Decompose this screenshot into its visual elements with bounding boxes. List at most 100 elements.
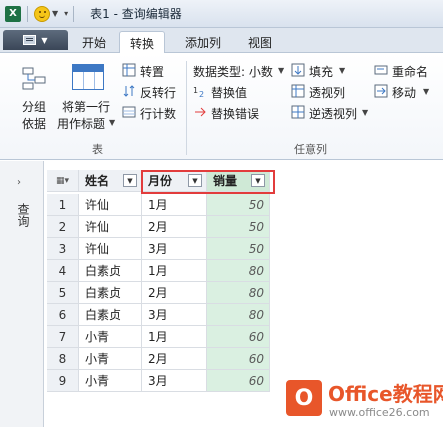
sales-cell[interactable]: 50 [207, 238, 270, 260]
fill-icon [291, 63, 305, 77]
count-rows-button[interactable]: 行计数 [140, 105, 176, 122]
replace-errors-button[interactable]: 替换错误 [211, 105, 259, 122]
rename-icon [374, 65, 388, 75]
sales-cell[interactable]: 60 [207, 348, 270, 370]
expand-queries-icon[interactable]: › [17, 177, 21, 188]
count-rows-icon [122, 106, 136, 118]
file-menu-button[interactable]: ▼ [3, 30, 68, 50]
reverse-rows-button[interactable]: 反转行 [140, 84, 176, 101]
month-cell[interactable]: 1月 [142, 260, 207, 282]
transpose-icon [122, 63, 136, 77]
month-cell[interactable]: 3月 [142, 370, 207, 392]
group-by-label-2[interactable]: 依据 [22, 115, 46, 132]
chevron-down-icon: ▼ [41, 35, 48, 45]
feedback-smiley-icon[interactable] [34, 5, 50, 22]
table-row[interactable]: 4 白素贞 1月 80 [47, 260, 270, 282]
office-logo-icon: O [286, 380, 322, 416]
sales-cell[interactable]: 50 [207, 194, 270, 216]
month-cell[interactable]: 3月 [142, 304, 207, 326]
name-cell[interactable]: 许仙 [79, 194, 142, 216]
name-cell[interactable]: 许仙 [79, 238, 142, 260]
row-number: 2 [47, 216, 79, 238]
sales-cell[interactable]: 80 [207, 260, 270, 282]
sales-cell[interactable]: 80 [207, 304, 270, 326]
month-cell[interactable]: 2月 [142, 216, 207, 238]
table-row[interactable]: 2 许仙 2月 50 [47, 216, 270, 238]
name-cell[interactable]: 白素贞 [79, 260, 142, 282]
table-row[interactable]: 3 许仙 3月 50 [47, 238, 270, 260]
reverse-rows-icon [123, 85, 135, 97]
tab-view[interactable]: 视图 [240, 31, 280, 53]
row-number: 4 [47, 260, 79, 282]
use-first-row-label-2[interactable]: 用作标题 [57, 115, 105, 132]
name-cell[interactable]: 白素贞 [79, 304, 142, 326]
name-cell[interactable]: 小青 [79, 348, 142, 370]
use-first-row-caret-icon[interactable]: ▼ [109, 118, 115, 127]
group-by-icon [22, 67, 46, 90]
tab-transform[interactable]: 转换 [119, 31, 165, 54]
month-cell[interactable]: 3月 [142, 238, 207, 260]
svg-text:1: 1 [193, 86, 198, 95]
fill-button[interactable]: 填充 [309, 63, 333, 80]
table-row[interactable]: 8 小青 2月 60 [47, 348, 270, 370]
month-cell[interactable]: 1月 [142, 194, 207, 216]
customize-toolbar-icon[interactable]: ▾ [64, 9, 68, 18]
sales-cell[interactable]: 60 [207, 370, 270, 392]
table-row[interactable]: 1 许仙 1月 50 [47, 194, 270, 216]
table-row[interactable]: 5 白素贞 2月 80 [47, 282, 270, 304]
month-cell[interactable]: 2月 [142, 282, 207, 304]
name-cell[interactable]: 小青 [79, 326, 142, 348]
pivot-column-button[interactable]: 透视列 [309, 84, 345, 101]
window-title: 表1 - 查询编辑器 [90, 7, 182, 21]
table-menu-button[interactable]: ▦▾ [47, 170, 79, 192]
tab-add-column[interactable]: 添加列 [176, 31, 230, 53]
file-doc-icon [23, 35, 37, 45]
data-type-caret-icon[interactable]: ▼ [278, 66, 284, 75]
move-caret-icon[interactable]: ▼ [423, 87, 429, 96]
unpivot-columns-button[interactable]: 逆透视列 [309, 105, 357, 122]
use-first-row-label-1[interactable]: 将第一行 [62, 98, 110, 115]
filter-dropdown-icon[interactable]: ▼ [123, 174, 137, 187]
name-cell[interactable]: 小青 [79, 370, 142, 392]
column-header-name[interactable]: 姓名 ▼ [79, 170, 142, 192]
unpivot-columns-icon [291, 105, 305, 119]
feedback-dropdown-icon[interactable]: ▼ [52, 9, 58, 18]
row-number: 9 [47, 370, 79, 392]
row-number: 8 [47, 348, 79, 370]
table-menu-icon: ▦▾ [55, 175, 70, 186]
fill-caret-icon[interactable]: ▼ [339, 66, 345, 75]
quick-access-divider-2 [73, 5, 75, 22]
name-cell[interactable]: 白素贞 [79, 282, 142, 304]
table-row[interactable]: 6 白素贞 3月 80 [47, 304, 270, 326]
move-icon [374, 84, 388, 98]
excel-app-icon[interactable]: X [5, 5, 21, 22]
ribbon-separator [186, 61, 187, 155]
move-button[interactable]: 移动 [392, 84, 416, 101]
sales-cell[interactable]: 60 [207, 326, 270, 348]
table-row[interactable]: 9 小青 3月 60 [47, 370, 270, 392]
row-number: 6 [47, 304, 79, 326]
queries-panel-label[interactable]: 查询 [15, 203, 32, 227]
queries-panel: › 查询 [0, 161, 44, 427]
sales-cell[interactable]: 80 [207, 282, 270, 304]
row-number: 5 [47, 282, 79, 304]
month-cell[interactable]: 2月 [142, 348, 207, 370]
row-number: 1 [47, 194, 79, 216]
table-row[interactable]: 7 小青 1月 60 [47, 326, 270, 348]
header-highlight-box [141, 170, 275, 194]
watermark-title: Office教程网 [328, 382, 443, 406]
data-type-dropdown[interactable]: 数据类型: 小数 [193, 63, 273, 80]
sales-cell[interactable]: 50 [207, 216, 270, 238]
replace-values-button[interactable]: 替换值 [211, 84, 247, 101]
group-by-label-1[interactable]: 分组 [22, 98, 46, 115]
title-bar: X ▼ ▾ 表1 - 查询编辑器 [0, 0, 443, 28]
tab-home[interactable]: 开始 [76, 31, 112, 53]
name-cell[interactable]: 许仙 [79, 216, 142, 238]
month-cell[interactable]: 1月 [142, 326, 207, 348]
transpose-button[interactable]: 转置 [140, 63, 164, 80]
column-header-label: 姓名 [85, 174, 110, 188]
rename-button[interactable]: 重命名 [392, 63, 428, 80]
watermark-url: www.office26.com [329, 406, 430, 419]
pivot-column-icon [291, 84, 305, 98]
unpivot-caret-icon[interactable]: ▼ [362, 108, 368, 117]
